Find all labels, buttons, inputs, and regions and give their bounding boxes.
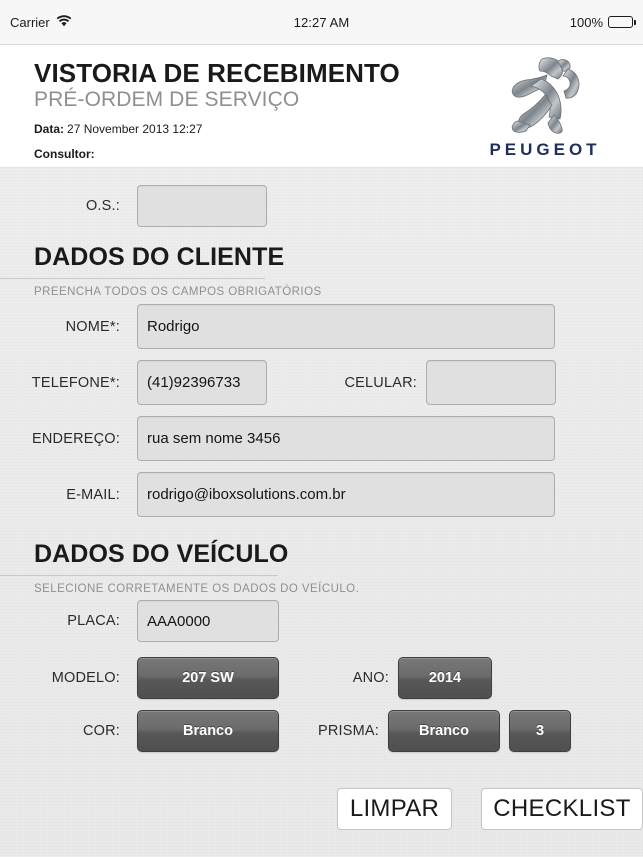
- peugeot-wordmark: PEUGEOT: [489, 140, 601, 159]
- cor-row: COR: Branco PRISMA: Branco 3: [0, 710, 571, 752]
- client-section-header: DADOS DO CLIENTE: [34, 243, 284, 272]
- client-section-divider: [0, 278, 265, 279]
- client-section-subtitle-wrap: PREENCHA TODOS OS CAMPOS OBRIGATÓRIOS: [34, 281, 322, 298]
- telefone-label: TELEFONE*:: [31, 374, 120, 391]
- email-label: E-MAIL:: [66, 486, 120, 503]
- nome-row: NOME*: Rodrigo: [0, 304, 555, 349]
- telefone-input[interactable]: (41)92396733: [137, 360, 267, 405]
- modelo-select-button[interactable]: 207 SW: [137, 657, 279, 699]
- vehicle-section-divider: [0, 575, 278, 576]
- peugeot-logo: PEUGEOT: [465, 53, 625, 160]
- cor-select-button[interactable]: Branco: [137, 710, 279, 752]
- vehicle-section-subtitle-wrap: SELECIONE CORRETAMENTE OS DADOS DO VEÍCU…: [34, 578, 359, 595]
- date-value: 27 November 2013 12:27: [67, 122, 203, 137]
- consultant-label: Consultor:: [34, 147, 95, 162]
- vehicle-section-header: DADOS DO VEÍCULO: [34, 540, 288, 569]
- client-section-subtitle: PREENCHA TODOS OS CAMPOS OBRIGATÓRIOS: [34, 286, 322, 298]
- clear-button[interactable]: LIMPAR: [337, 788, 452, 830]
- placa-row: PLACA: AAA0000: [0, 600, 279, 642]
- endereco-label: ENDEREÇO:: [31, 430, 120, 447]
- celular-label: CELULAR:: [344, 374, 417, 391]
- ano-label: ANO:: [352, 670, 389, 686]
- placa-label: PLACA:: [67, 613, 120, 629]
- cor-label: COR:: [82, 723, 120, 739]
- prisma-count-button[interactable]: 3: [509, 710, 571, 752]
- vehicle-section-subtitle: SELECIONE CORRETAMENTE OS DADOS DO VEÍCU…: [34, 583, 360, 595]
- prisma-select-button[interactable]: Branco: [388, 710, 500, 752]
- modelo-label: MODELO:: [51, 670, 120, 686]
- placa-input[interactable]: AAA0000: [137, 600, 279, 642]
- peugeot-lion-icon: [511, 57, 580, 134]
- client-section-title: DADOS DO CLIENTE: [34, 243, 285, 271]
- battery-full-icon: [608, 16, 636, 28]
- status-bar-right: 100%: [569, 14, 636, 30]
- email-input[interactable]: rodrigo@iboxsolutions.com.br: [137, 472, 555, 517]
- endereco-row: ENDEREÇO: rua sem nome 3456: [0, 416, 555, 461]
- vehicle-section-title: DADOS DO VEÍCULO: [34, 540, 289, 568]
- endereco-input[interactable]: rua sem nome 3456: [137, 416, 555, 461]
- form-body: O.S.: DADOS DO CLIENTE PREENCHA TODOS OS…: [0, 168, 643, 856]
- status-bar-clock: 12:27 AM: [293, 14, 350, 30]
- modelo-row: MODELO: 207 SW ANO: 2014: [0, 657, 492, 699]
- os-input[interactable]: [137, 185, 267, 227]
- document-header: VISTORIA DE RECEBIMENTO PRÉ-ORDEM DE SER…: [0, 45, 643, 168]
- action-bar: LIMPAR CHECKLIST: [337, 788, 643, 830]
- os-row: O.S.:: [0, 185, 267, 227]
- telefone-row: TELEFONE*: (41)92396733 CELULAR:: [0, 360, 556, 405]
- date-label: Data:: [34, 122, 65, 137]
- nome-input[interactable]: Rodrigo: [137, 304, 555, 349]
- email-row: E-MAIL: rodrigo@iboxsolutions.com.br: [0, 472, 555, 517]
- ano-select-button[interactable]: 2014: [398, 657, 492, 699]
- prisma-label: PRISMA:: [317, 723, 379, 739]
- battery-percent-label: 100%: [569, 14, 603, 30]
- nome-label: NOME*:: [65, 318, 120, 335]
- celular-input[interactable]: [426, 360, 556, 405]
- ios-status-bar: Carrier 12:27 AM 100%: [0, 0, 643, 45]
- checklist-button[interactable]: CHECKLIST: [481, 788, 643, 830]
- os-label: O.S.:: [85, 198, 120, 214]
